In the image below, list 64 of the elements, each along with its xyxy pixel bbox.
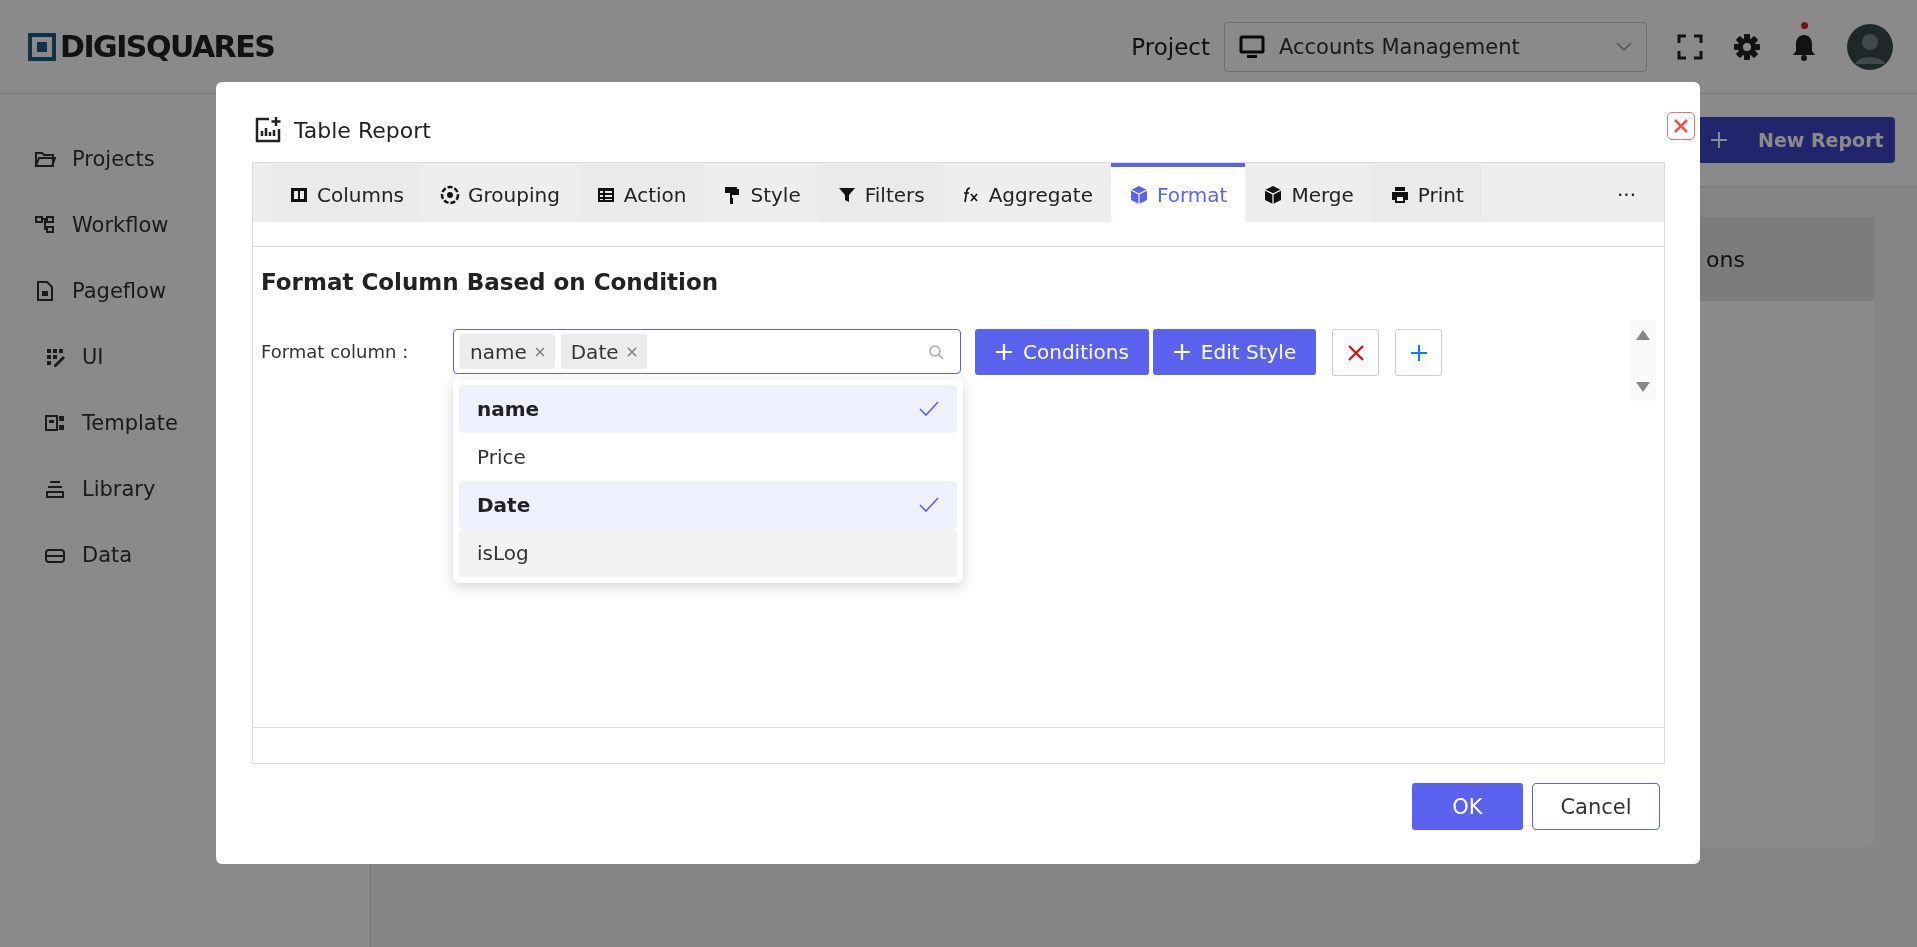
add-button[interactable]: Edit Style xyxy=(1152,329,1317,375)
tab[interactable]: Merge xyxy=(1245,163,1372,222)
plus-icon xyxy=(1172,343,1191,361)
settings-icon[interactable] xyxy=(1733,32,1761,61)
column-heading: ons xyxy=(1706,246,1745,272)
tab[interactable]: Action xyxy=(577,163,705,222)
ok-button[interactable]: OK xyxy=(1412,783,1523,830)
add-row-button[interactable] xyxy=(1395,329,1443,376)
grid-pencil-icon xyxy=(44,346,66,368)
field-label: Format column : xyxy=(261,341,410,362)
dropdown-option[interactable]: name xyxy=(459,385,957,433)
stack-icon xyxy=(44,478,66,500)
arrow-up-icon xyxy=(1635,329,1651,341)
monitor-icon xyxy=(1239,34,1265,59)
search-icon xyxy=(928,343,944,360)
dropdown-option[interactable]: Date xyxy=(459,481,957,529)
logo-icon xyxy=(28,32,56,61)
sidebar-item[interactable]: Template xyxy=(0,390,370,456)
delete-button[interactable] xyxy=(1332,329,1380,376)
tag-label: name xyxy=(470,339,527,364)
project-select[interactable]: Accounts Management xyxy=(1224,21,1647,72)
grouping-icon xyxy=(440,184,460,205)
dropdown-option[interactable]: isLog xyxy=(459,529,957,577)
add-button[interactable]: Conditions xyxy=(975,329,1149,375)
arrow-down-icon xyxy=(1635,381,1651,393)
cube-icon xyxy=(1128,184,1149,205)
document-icon xyxy=(34,280,56,302)
fullscreen-icon[interactable] xyxy=(1677,33,1703,60)
check-icon xyxy=(919,401,939,417)
avatar[interactable] xyxy=(1847,23,1893,70)
tab[interactable]: Print xyxy=(1371,163,1482,222)
tab[interactable]: Grouping xyxy=(422,163,578,222)
remove-icon[interactable] xyxy=(626,346,637,357)
column-select[interactable]: name Date xyxy=(453,329,961,374)
tab[interactable]: Columns xyxy=(271,163,422,222)
close-button[interactable] xyxy=(1667,112,1695,140)
dropdown-option[interactable]: Price xyxy=(459,433,957,481)
dialog-title: Table Report xyxy=(294,117,432,143)
plus-icon xyxy=(1409,343,1428,362)
cube-icon xyxy=(1263,184,1284,205)
chart-plus-icon xyxy=(254,116,282,144)
logo-text: DIGISQUARES xyxy=(60,29,275,64)
cancel-button[interactable]: Cancel xyxy=(1532,783,1660,830)
tab[interactable]: Aggregate xyxy=(942,163,1111,222)
tab[interactable]: Filters xyxy=(818,163,943,222)
plus-icon xyxy=(1710,131,1728,149)
remove-icon[interactable] xyxy=(534,346,545,357)
sidebar-item[interactable]: Data xyxy=(0,522,370,588)
tab[interactable]: Style xyxy=(704,163,819,222)
scroll-arrows[interactable] xyxy=(1630,321,1656,401)
close-icon xyxy=(1673,118,1689,134)
section-heading: Format Column Based on Condition xyxy=(261,269,720,295)
hierarchy-icon xyxy=(34,214,56,236)
chevron-down-icon xyxy=(1616,41,1632,52)
project-label: Project xyxy=(1131,33,1210,60)
check-icon xyxy=(919,497,939,513)
tag-label: Date xyxy=(570,339,619,364)
tab[interactable]: ··· xyxy=(1588,163,1664,222)
layout-icon xyxy=(44,412,66,434)
plus-icon xyxy=(995,343,1013,361)
close-icon xyxy=(1346,343,1365,362)
printer-icon xyxy=(1389,184,1410,205)
tab[interactable]: Format xyxy=(1110,163,1246,222)
sidebar-item[interactable]: Library xyxy=(0,456,370,522)
